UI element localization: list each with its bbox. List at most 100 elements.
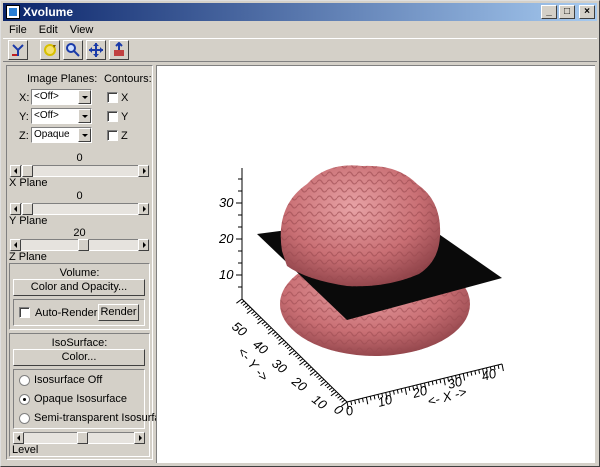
title-bar[interactable]: Xvolume _ □ × — [3, 3, 597, 21]
rotate-tool-button[interactable] — [40, 40, 60, 60]
y-axis-tick — [318, 376, 323, 381]
auto-render-checkbox[interactable] — [19, 307, 30, 318]
reset-view-button[interactable] — [8, 40, 28, 60]
x-axis-tick — [396, 389, 399, 394]
slider-right-arrow-icon[interactable] — [138, 239, 149, 251]
x-axis-tick — [443, 378, 446, 386]
y-axis-tick — [339, 397, 344, 401]
render-group: Auto-Render Render — [13, 299, 145, 326]
z-tick-label: 10 — [219, 267, 234, 282]
volume-title: Volume: — [59, 267, 100, 279]
rotate-icon — [44, 44, 56, 56]
slider-right-arrow-icon[interactable] — [134, 432, 145, 444]
x-axis-tick — [439, 379, 442, 384]
menu-view[interactable]: View — [64, 24, 100, 36]
y-axis-tick — [246, 308, 253, 314]
x-plane-slider-thumb[interactable] — [22, 165, 33, 177]
x-contour-checkbox[interactable] — [107, 92, 118, 103]
z-plane-select-value: Opaque — [34, 129, 70, 140]
y-axis-tick — [316, 374, 320, 379]
isosurface-title: IsoSurface: — [51, 337, 108, 349]
z-plane-select[interactable]: Opaque — [31, 127, 92, 143]
y-axis-tick — [320, 378, 325, 383]
chevron-down-icon[interactable] — [78, 90, 91, 104]
isosurface-off-radio[interactable] — [19, 375, 30, 386]
render-button[interactable]: Render — [98, 304, 139, 321]
x-plane-axis-label: X: — [19, 92, 30, 104]
x-axis-tick — [404, 387, 408, 395]
y-tick-label: 50 — [229, 319, 250, 340]
minimize-button[interactable]: _ — [541, 5, 557, 19]
level-slider-thumb[interactable] — [77, 432, 88, 444]
close-button[interactable]: × — [579, 5, 595, 19]
y-tick-label: 30 — [269, 356, 290, 377]
slider-left-arrow-icon[interactable] — [13, 432, 24, 444]
z-plane-slider[interactable] — [10, 239, 149, 251]
y-axis-tick — [307, 366, 312, 370]
opaque-isosurface-radio[interactable] — [19, 394, 30, 405]
x-axis-tick — [369, 396, 372, 401]
menu-file[interactable]: File — [3, 24, 33, 36]
slider-right-arrow-icon[interactable] — [138, 203, 149, 215]
y-plane-slider[interactable] — [10, 203, 149, 215]
x-axis-tick — [474, 370, 477, 375]
y-tick-label: 20 — [288, 373, 310, 395]
y-plane-label: Y Plane — [9, 215, 48, 227]
volume-view-canvas[interactable]: 30 20 10 50 40 30 20 10 0 <- Y -> 0 10 2… — [156, 65, 595, 463]
reset-icon — [12, 44, 24, 56]
z-contour-checkbox[interactable] — [107, 130, 118, 141]
x-axis-tick — [435, 380, 438, 385]
color-and-opacity-button[interactable]: Color and Opacity... — [13, 279, 145, 296]
y-axis-tick — [293, 352, 297, 356]
volume-render: 30 20 10 50 40 30 20 10 0 <- Y -> 0 10 2… — [218, 165, 504, 419]
slider-left-arrow-icon[interactable] — [10, 165, 21, 177]
maximize-button[interactable]: □ — [559, 5, 575, 19]
y-axis-tick — [276, 335, 281, 339]
y-plane-select[interactable]: <Off> — [31, 108, 92, 124]
pan-tool-button[interactable] — [86, 40, 106, 60]
isosurface-color-button[interactable]: Color... — [13, 349, 145, 366]
z-plane-value: 20 — [73, 227, 86, 239]
y-axis-tick — [328, 387, 333, 391]
y-plane-slider-thumb[interactable] — [22, 203, 33, 215]
y-axis-tick — [320, 380, 327, 387]
x-axis-tick — [354, 400, 357, 405]
slider-right-arrow-icon[interactable] — [138, 165, 149, 177]
y-axis-tick — [337, 395, 341, 399]
y-contour-checkbox[interactable] — [107, 111, 118, 122]
semi-transparent-isosurface-radio[interactable] — [19, 413, 30, 424]
slider-left-arrow-icon[interactable] — [10, 239, 21, 251]
z-axis-ticks — [236, 178, 242, 288]
slider-left-arrow-icon[interactable] — [10, 203, 21, 215]
x-axis-tick — [393, 390, 395, 395]
level-label: Level — [12, 444, 39, 456]
z-plane-slider-thumb[interactable] — [78, 239, 89, 251]
x-axis-tick — [427, 381, 430, 387]
z-plane-axis-label: Z: — [19, 130, 29, 142]
menu-edit[interactable]: Edit — [33, 24, 64, 36]
window-title: Xvolume — [23, 5, 74, 19]
x-plane-slider[interactable] — [10, 165, 149, 177]
select-icon — [114, 42, 124, 56]
toolbar — [3, 38, 597, 62]
isosurface-off-label: Isosurface Off — [34, 374, 103, 386]
volume-group: Volume: Color and Opacity... Auto-Render… — [9, 263, 150, 330]
y-axis-tick — [299, 360, 306, 366]
x-plane-label: X Plane — [9, 177, 48, 189]
y-axis-tick — [335, 393, 339, 397]
chevron-down-icon[interactable] — [78, 128, 91, 142]
zoom-tool-button[interactable] — [63, 40, 83, 60]
y-axis-tick — [240, 300, 245, 304]
y-axis-tick — [255, 315, 260, 319]
z-contour-label: Z — [121, 130, 128, 142]
pan-icon — [89, 43, 103, 57]
y-axis-tick — [305, 364, 310, 368]
chevron-down-icon[interactable] — [78, 109, 91, 123]
y-contour-label: Y — [121, 111, 129, 123]
y-axis-tick — [309, 368, 314, 372]
y-axis-tick — [286, 345, 291, 350]
level-slider[interactable] — [13, 432, 145, 444]
select-tool-button[interactable] — [109, 40, 129, 60]
x-plane-select[interactable]: <Off> — [31, 89, 92, 105]
y-axis-tick — [244, 304, 249, 308]
